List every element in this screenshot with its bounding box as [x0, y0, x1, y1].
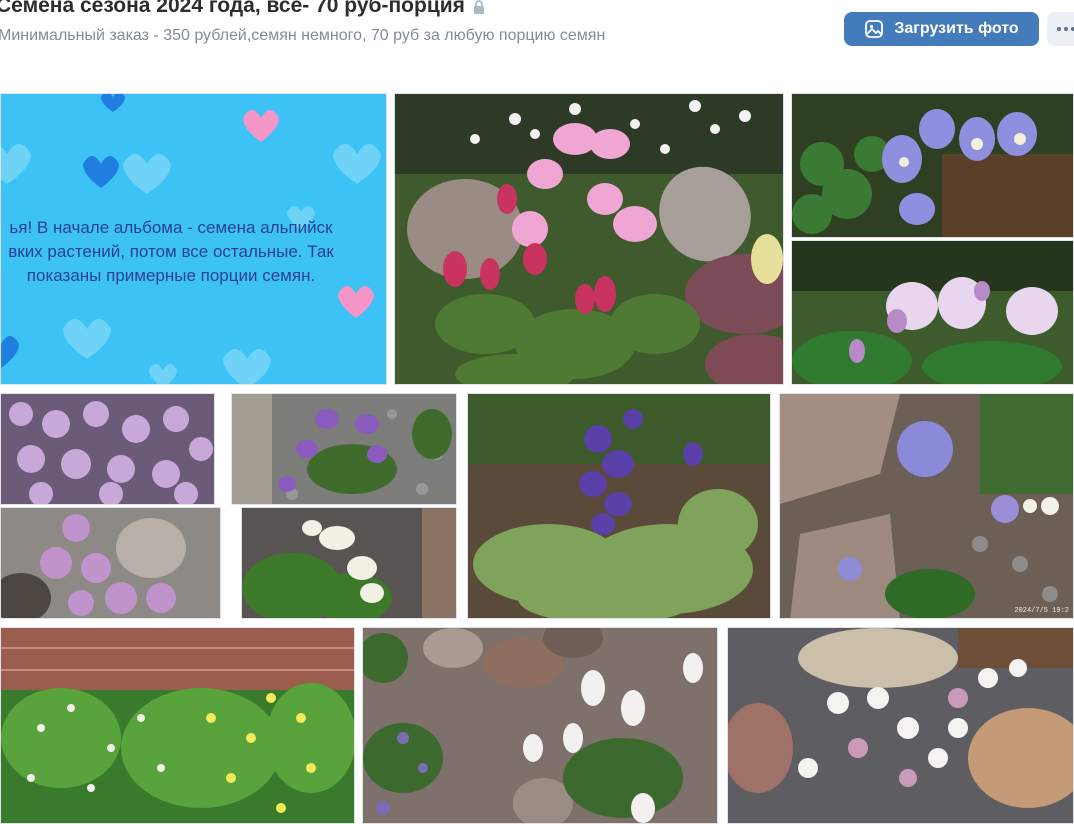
album-title: Семена сезона 2024 года, все- 70 руб-пор… — [0, 0, 485, 18]
photo-violet-penstemon[interactable] — [231, 393, 457, 505]
photo-purple-campanula[interactable] — [467, 393, 771, 619]
photo-lilac-aquilegia[interactable] — [791, 240, 1074, 385]
album-header: Семена сезона 2024 года, все- 70 руб-пор… — [0, 0, 1074, 67]
photo-pink-rockgarden[interactable] — [0, 507, 221, 619]
photo-image — [792, 241, 1073, 384]
photo-image — [1, 394, 214, 504]
photo-image — [1, 508, 220, 618]
photo-icon — [865, 20, 884, 38]
photo-image — [395, 94, 783, 384]
photo-image — [792, 94, 1073, 237]
photo-banner-info[interactable]: ья! В начале альбома - семена альпийск в… — [0, 93, 387, 385]
photo-pink-cushion[interactable] — [0, 393, 215, 505]
photo-grid: ья! В начале альбома - семена альпийск в… — [0, 66, 1074, 824]
photo-corydalis[interactable] — [0, 627, 355, 824]
photo-image — [780, 394, 1073, 618]
upload-photo-label: Загрузить фото — [894, 20, 1019, 37]
album-description: Минимальный заказ - 350 рублей,семян нем… — [0, 27, 606, 44]
photo-white-muscari[interactable] — [362, 627, 718, 824]
photo-blue-aquilegia[interactable] — [791, 93, 1074, 238]
photo-image — [242, 508, 456, 618]
photo-image — [728, 628, 1073, 823]
upload-photo-button[interactable]: Загрузить фото — [844, 12, 1039, 46]
photo-image — [1, 628, 354, 823]
more-dots-icon — [1057, 27, 1061, 31]
more-actions-button[interactable] — [1047, 12, 1074, 46]
photo-scabiosa[interactable]: 2024/7/5 19:2 — [779, 393, 1074, 619]
lock-icon — [473, 0, 484, 14]
photo-image — [363, 628, 717, 823]
banner-text: ья! В начале альбома - семена альпийск в… — [8, 218, 334, 285]
photo-image — [232, 394, 456, 504]
photo-image — [468, 394, 770, 618]
photo-timestamp: 2024/7/5 19:2 — [1014, 607, 1069, 615]
photo-pink-aquilegia[interactable] — [394, 93, 784, 385]
photo-white-rockgarden[interactable] — [727, 627, 1074, 824]
photo-white-penstemon[interactable] — [241, 507, 457, 619]
